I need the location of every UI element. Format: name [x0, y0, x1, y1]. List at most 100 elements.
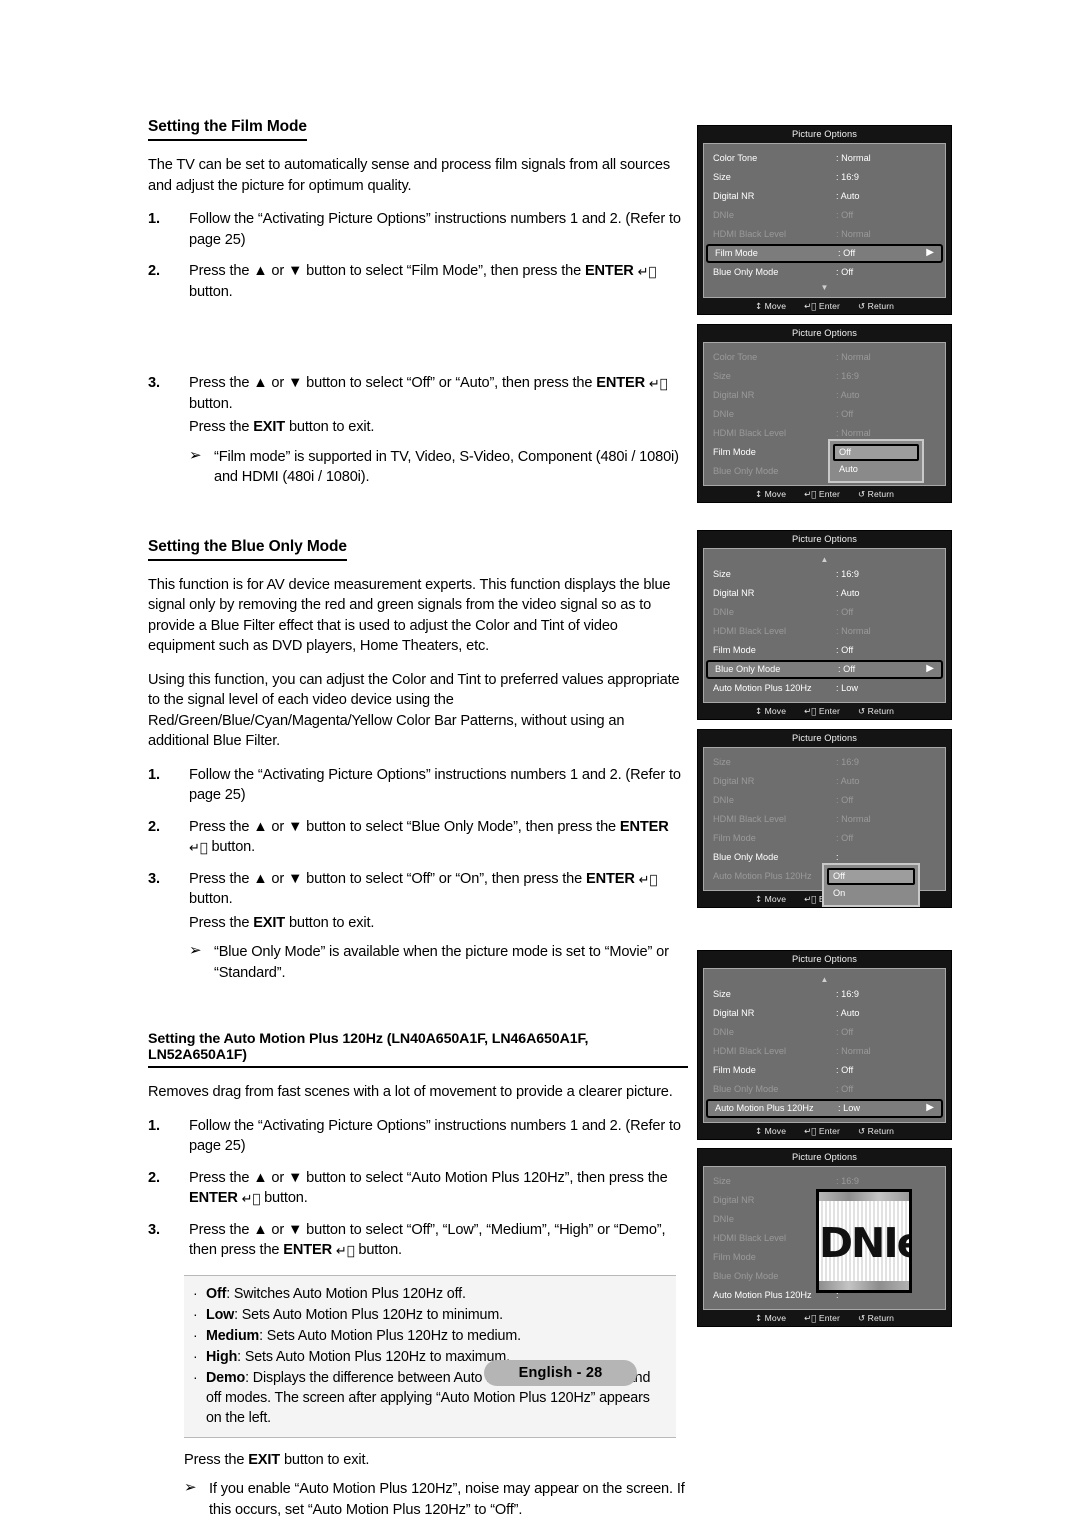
scroll-down-icon[interactable]: ▼	[704, 282, 945, 293]
osd-enter-hint[interactable]: ↵⃞ Enter	[804, 301, 840, 311]
scroll-up-icon[interactable]: ▲	[704, 554, 945, 565]
osd-move-hint[interactable]: ↕ Move	[755, 1313, 786, 1323]
osd-enter-hint[interactable]: ↵⃞ Enter	[804, 489, 840, 499]
page-number-badge: English - 28	[484, 1360, 637, 1386]
osd-dropdown[interactable]: OffAuto	[828, 439, 924, 483]
dropdown-option[interactable]: Off	[827, 868, 915, 885]
osd-row-value: : Off	[836, 263, 853, 282]
osd-menu-row[interactable]: Size: 16:9	[704, 753, 945, 772]
osd-menu-row[interactable]: HDMI Black Level: Normal	[704, 622, 945, 641]
osd-menu-row[interactable]: Blue Only Mode: Off	[704, 263, 945, 282]
osd-move-hint[interactable]: ↕ Move	[755, 489, 786, 499]
bullet-icon: ·	[193, 1283, 198, 1303]
step-item: 3. Press the ▲ or ▼ button to select “Of…	[148, 373, 688, 488]
osd-return-hint[interactable]: ↺ Return	[858, 1313, 894, 1323]
osd-enter-hint[interactable]: ↵⃞ Enter	[804, 706, 840, 716]
enter-icon: ↵⃞	[804, 895, 816, 905]
osd-row-label: Blue Only Mode	[715, 662, 838, 677]
step-text: Press the ▲ or ▼ button to select “Auto …	[189, 1170, 668, 1186]
osd-row-label: Size	[713, 985, 836, 1004]
osd-menu-row[interactable]: DNIe: Off	[704, 603, 945, 622]
osd-menu-row[interactable]: HDMI Black Level: Normal	[704, 225, 945, 244]
osd-return-hint[interactable]: ↺ Return	[858, 1126, 894, 1136]
osd-dropdown[interactable]: OffOn	[822, 863, 920, 907]
osd-enter-hint[interactable]: ↵⃞ Enter	[804, 1313, 840, 1323]
osd-menu-row[interactable]: DNIe: Off	[704, 791, 945, 810]
return-icon: ↺	[858, 1127, 865, 1137]
option-term: High	[206, 1349, 237, 1365]
osd-return-hint[interactable]: ↺ Return	[858, 489, 894, 499]
blue-only-note: ➢ “Blue Only Mode” is available when the…	[189, 942, 688, 983]
osd-menu-row[interactable]: Film Mode: Off	[704, 829, 945, 848]
step-number: 3.	[148, 869, 160, 890]
osd-menu-row[interactable]: Size: 16:9	[704, 985, 945, 1004]
bullet-icon: ·	[193, 1346, 198, 1366]
osd-row-label: Digital NR	[713, 386, 836, 405]
osd-move-hint[interactable]: ↕ Move	[755, 1126, 786, 1136]
osd-menu-row[interactable]: Auto Motion Plus 120Hz: Low▶	[706, 1099, 943, 1118]
step-item: 2. Press the ▲ or ▼ button to select “Au…	[148, 1168, 688, 1209]
osd-return-hint[interactable]: ↺ Return	[858, 706, 894, 716]
dropdown-option[interactable]: On	[827, 885, 915, 902]
osd-menu-row[interactable]: Film Mode: Off	[704, 1061, 945, 1080]
enter-icon: ↵⃞	[804, 1127, 816, 1137]
chevron-right-icon[interactable]: ▶	[926, 245, 934, 260]
osd-menu-row[interactable]: Auto Motion Plus 120Hz: Low	[704, 679, 945, 698]
osd-menu-row[interactable]: Size: 16:9	[704, 367, 945, 386]
note-arrow-icon: ➢	[189, 941, 201, 962]
enter-icon: ↵⃞	[638, 266, 657, 279]
osd-row-value: : Off	[836, 1061, 853, 1080]
osd-move-hint[interactable]: ↕ Move	[755, 894, 786, 904]
blue-only-steps: 1. Follow the “Activating Picture Option…	[148, 765, 688, 984]
osd-menu-row[interactable]: Size: 16:9	[704, 168, 945, 187]
osd-menu-row[interactable]: DNIe: Off	[704, 206, 945, 225]
return-icon: ↺	[858, 1314, 865, 1324]
osd-row-value: : 16:9	[836, 753, 859, 772]
osd-menu-row[interactable]: Blue Only Mode: Off▶	[706, 660, 943, 679]
enter-icon: ↵⃞	[804, 302, 816, 312]
return-icon: ↺	[858, 707, 865, 717]
osd-menu-row[interactable]: Digital NR: Auto	[704, 1004, 945, 1023]
osd-menu-row[interactable]: Digital NR: Auto	[704, 187, 945, 206]
chevron-right-icon[interactable]: ▶	[926, 661, 934, 676]
osd-menu-row[interactable]: Digital NR: Auto	[704, 584, 945, 603]
dropdown-option[interactable]: Auto	[833, 461, 919, 478]
step-item: 3. Press the ▲ or ▼ button to select “Of…	[148, 869, 688, 984]
exit-post: button to exit.	[280, 1452, 369, 1468]
chevron-right-icon[interactable]: ▶	[926, 1100, 934, 1115]
osd-move-hint[interactable]: ↕ Move	[755, 706, 786, 716]
osd-menu-row[interactable]: Blue Only Mode: Off	[704, 1080, 945, 1099]
osd-menu-row[interactable]: Digital NR: Auto	[704, 386, 945, 405]
osd-menu-row[interactable]: Film Mode: Off	[704, 641, 945, 660]
exit-post: button to exit.	[285, 419, 374, 435]
osd-footer-bar: ↕ Move ↵⃞ Enter ↺ Return	[698, 486, 951, 502]
osd-menu-row[interactable]: HDMI Black Level: Normal	[704, 1042, 945, 1061]
step-text: Press the ▲ or ▼ button to select “Blue …	[189, 819, 620, 835]
osd-menu-row[interactable]: Color Tone: Normal	[704, 348, 945, 367]
step-bold-enter: ENTER	[620, 819, 669, 835]
osd-return-hint[interactable]: ↺ Return	[858, 301, 894, 311]
osd-enter-hint[interactable]: ↵⃞ Enter	[804, 1126, 840, 1136]
step-bold-enter: ENTER	[586, 871, 635, 887]
osd-move-hint[interactable]: ↕ Move	[755, 301, 786, 311]
film-mode-steps-cont: 3. Press the ▲ or ▼ button to select “Of…	[148, 373, 688, 488]
dropdown-option[interactable]: Off	[833, 444, 919, 461]
osd-row-label: Digital NR	[713, 1004, 836, 1023]
film-mode-intro: The TV can be set to automatically sense…	[148, 155, 688, 196]
osd-menu-row[interactable]: DNIe: Off	[704, 1023, 945, 1042]
osd-menu-row[interactable]: Size: 16:9	[704, 565, 945, 584]
osd-row-value: : Auto	[836, 584, 860, 603]
osd-menu-row[interactable]: Color Tone: Normal	[704, 149, 945, 168]
osd-panel-5: Picture Options▲Size: 16:9Digital NR: Au…	[697, 950, 952, 1140]
osd-row-value: : 16:9	[836, 367, 859, 386]
osd-menu-row[interactable]: Film Mode: Off▶	[706, 244, 943, 263]
osd-row-value: : Auto	[836, 187, 860, 206]
step-text-post: button.	[189, 891, 233, 907]
osd-menu-row[interactable]: DNIe: Off	[704, 405, 945, 424]
exit-bold: EXIT	[248, 1452, 280, 1468]
step-text-post: button.	[208, 839, 255, 855]
osd-menu-row[interactable]: Digital NR: Auto	[704, 772, 945, 791]
scroll-up-icon[interactable]: ▲	[704, 974, 945, 985]
osd-row-label: Auto Motion Plus 120Hz	[713, 867, 836, 886]
osd-menu-row[interactable]: HDMI Black Level: Normal	[704, 810, 945, 829]
